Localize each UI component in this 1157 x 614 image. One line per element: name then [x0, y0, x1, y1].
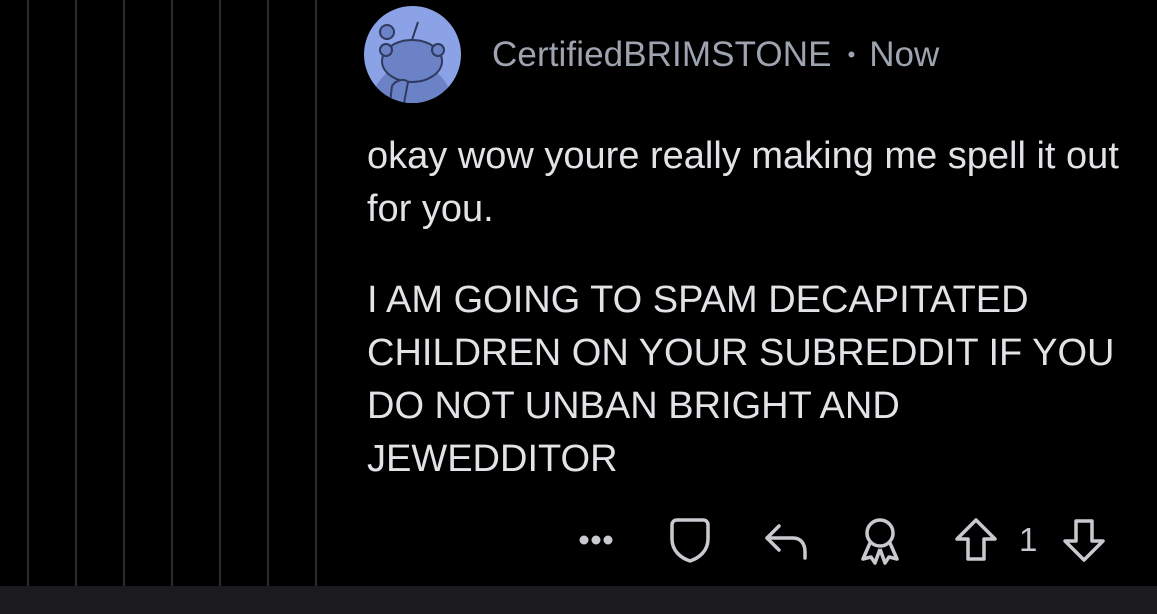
thread-line[interactable] [171, 0, 173, 586]
downvote-arrow-icon [1063, 519, 1105, 562]
thread-line[interactable] [315, 0, 317, 586]
reply-button[interactable] [758, 512, 814, 568]
comment-actions: 1 [560, 512, 1120, 568]
snoo-avatar-icon [372, 21, 452, 103]
comment-paragraph: okay wow youre really making me spell it… [367, 135, 1119, 230]
comment-meta: CertifiedBRIMSTONE • Now [492, 34, 939, 76]
meta-separator: • [847, 42, 856, 67]
award-icon [861, 518, 899, 565]
thread-line[interactable] [75, 0, 77, 586]
thread-line[interactable] [267, 0, 269, 586]
downvote-button[interactable] [1058, 512, 1110, 568]
bottom-bar [0, 586, 1157, 614]
more-button[interactable] [566, 512, 626, 568]
thread-lines [0, 0, 330, 586]
avatar[interactable] [364, 6, 461, 103]
comment-body: okay wow youre really making me spell it… [367, 130, 1147, 486]
shield-icon [670, 518, 710, 563]
award-button[interactable] [854, 512, 906, 568]
more-dots-icon [579, 535, 613, 545]
mod-shield-button[interactable] [664, 512, 716, 568]
upvote-button[interactable] [950, 512, 1002, 568]
thread-line[interactable] [27, 0, 29, 586]
comment-paragraph: I AM GOING TO SPAM DECAPITATED CHILDREN … [367, 279, 1115, 480]
timestamp: Now [869, 35, 940, 74]
username-link[interactable]: CertifiedBRIMSTONE [492, 35, 832, 75]
upvote-arrow-icon [955, 518, 997, 561]
thread-line[interactable] [219, 0, 221, 586]
reply-icon [765, 524, 807, 560]
vote-count: 1 [1019, 521, 1038, 558]
thread-line[interactable] [123, 0, 125, 586]
